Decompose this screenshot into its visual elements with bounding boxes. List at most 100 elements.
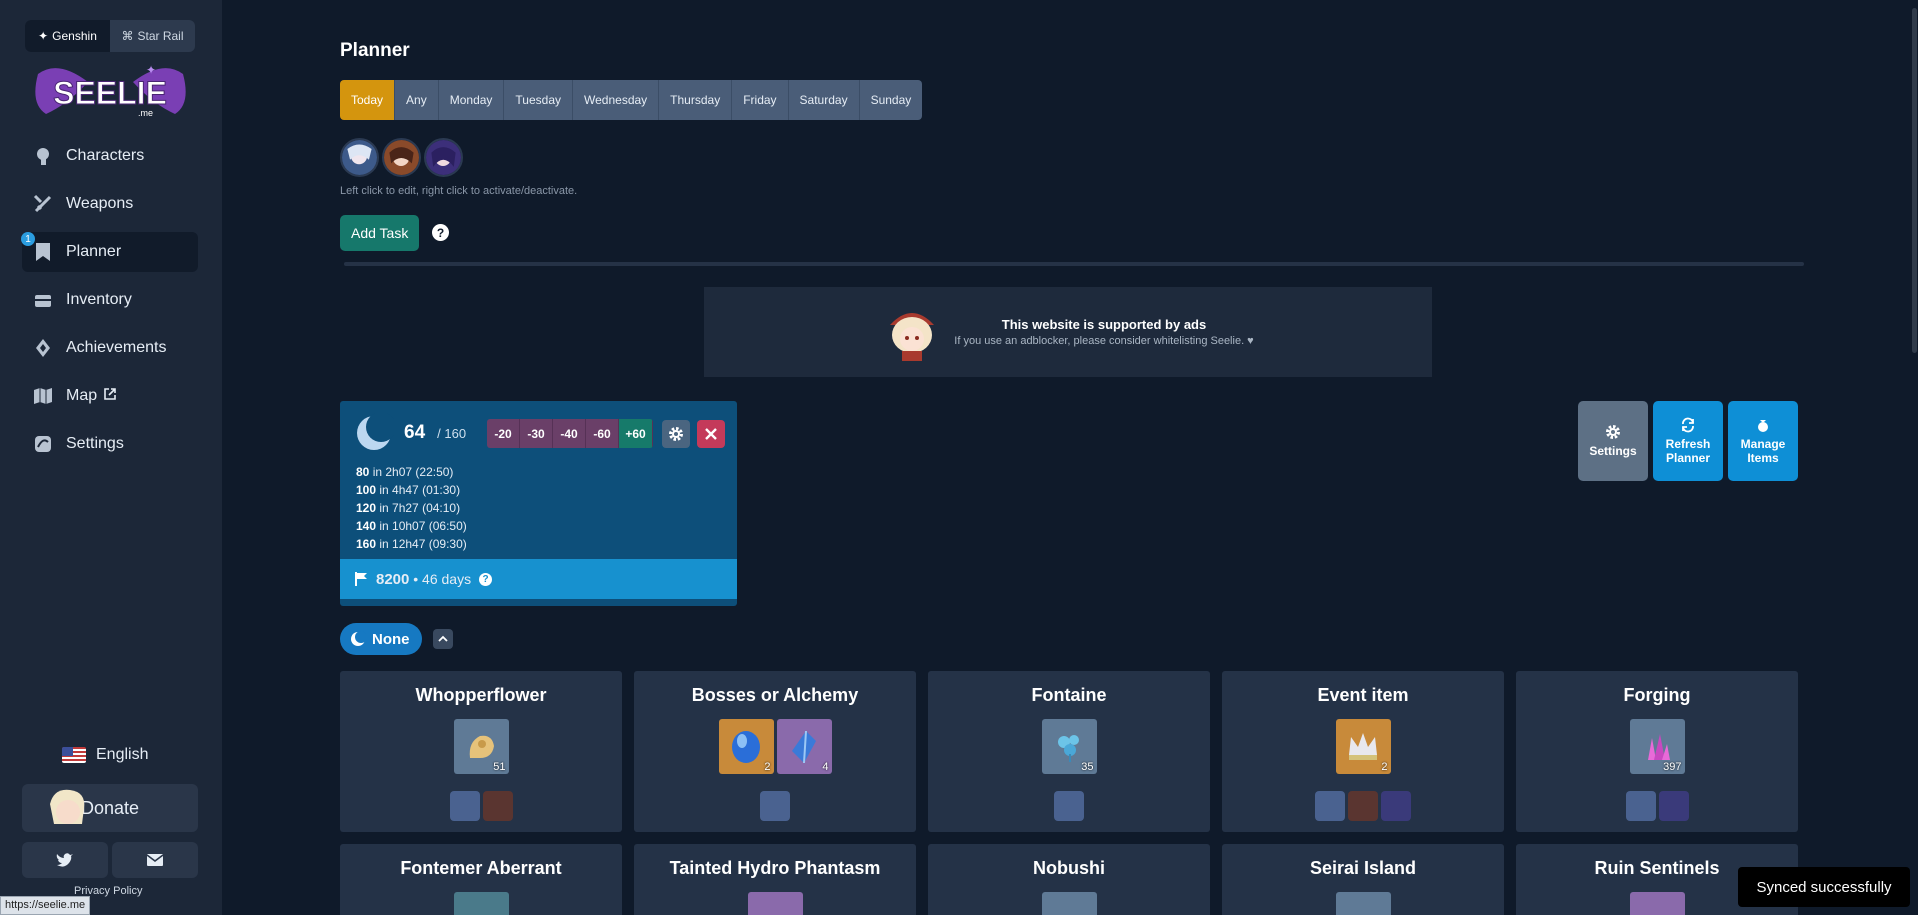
tab-tuesday[interactable]: Tuesday <box>504 80 574 120</box>
character-thumb <box>1381 791 1411 821</box>
sidebar: ✦ Genshin ⌘ Star Rail SEELIE .me ✦ Charact… <box>0 0 222 915</box>
resin-close-button[interactable] <box>697 420 725 448</box>
map-icon <box>32 385 54 407</box>
material-item[interactable] <box>747 892 803 915</box>
settings-button[interactable]: Settings <box>1578 401 1648 481</box>
sync-toast: Synced successfully <box>1738 867 1910 907</box>
tab-friday[interactable]: Friday <box>732 80 789 120</box>
sidebar-item-weapons[interactable]: Weapons <box>22 184 198 224</box>
task-card[interactable]: Fontaine 35 <box>928 671 1210 832</box>
character-avatars <box>340 138 463 177</box>
tab-saturday[interactable]: Saturday <box>788 80 860 120</box>
game-star-rail-button[interactable]: ⌘ Star Rail <box>110 20 195 52</box>
character-thumb <box>1348 791 1378 821</box>
refresh-planner-button[interactable]: Refresh Planner <box>1653 401 1723 481</box>
material-item[interactable]: 51 <box>453 719 509 774</box>
resin-goal: 8200 • 46 days ? <box>340 559 737 599</box>
gear-icon <box>669 427 683 441</box>
star-rail-icon: ⌘ <box>121 29 134 43</box>
resin-settings-button[interactable] <box>662 420 690 448</box>
svg-text:SEELIE: SEELIE <box>53 75 167 111</box>
donate-button[interactable]: Donate <box>22 784 198 832</box>
resin-minus-40-button[interactable]: -40 <box>553 419 586 448</box>
avatar-hint: Left click to edit, right click to activ… <box>340 185 578 197</box>
resin-tracker: 64 / 160 -20 -30 -40 -60 +60 80 in 2h07 … <box>340 401 737 606</box>
moon-icon <box>351 631 366 646</box>
resin-minus-60-button[interactable]: -60 <box>586 419 619 448</box>
resin-adjust-buttons: -20 -30 -40 -60 +60 <box>487 419 653 448</box>
page-scrollbar[interactable] <box>1910 0 1918 915</box>
character-thumb <box>449 791 480 821</box>
sidebar-item-map[interactable]: Map <box>22 376 198 416</box>
sidebar-item-settings[interactable]: Settings <box>22 424 198 464</box>
character-thumb <box>760 791 790 821</box>
notification-badge: 1 <box>21 232 35 246</box>
task-card[interactable]: Bosses or Alchemy 2 4 <box>634 671 916 832</box>
twitter-icon <box>56 853 73 867</box>
manage-items-button[interactable]: Manage Items <box>1728 401 1798 481</box>
material-item[interactable]: 397 <box>1629 719 1685 774</box>
material-item[interactable]: 2 <box>718 719 774 774</box>
task-card[interactable]: Whopperflower 51 <box>340 671 622 832</box>
character-avatar[interactable] <box>382 138 421 177</box>
sidebar-item-characters[interactable]: Characters <box>22 136 198 176</box>
twitter-button[interactable] <box>22 842 108 878</box>
task-card[interactable]: Forging 397 <box>1516 671 1798 832</box>
resin-minus-20-button[interactable]: -20 <box>487 419 520 448</box>
moon-icon <box>357 413 394 450</box>
tab-any[interactable]: Any <box>395 80 439 120</box>
add-task-button[interactable]: Add Task <box>340 215 420 251</box>
character-thumb <box>1658 791 1689 821</box>
seelie-logo[interactable]: SEELIE .me ✦ <box>28 64 193 124</box>
help-icon[interactable]: ? <box>479 572 493 586</box>
resin-schedule-row: 140 in 10h07 (06:50) <box>356 519 467 533</box>
resin-max: / 160 <box>437 425 467 441</box>
resin-filter-pill[interactable]: None <box>340 623 422 655</box>
material-item[interactable]: 2 <box>1335 719 1391 774</box>
tab-wednesday[interactable]: Wednesday <box>573 80 660 120</box>
resin-minus-30-button[interactable]: -30 <box>520 419 553 448</box>
task-card[interactable]: Event item 2 <box>1222 671 1504 832</box>
resin-goal-days: • 46 days <box>409 570 472 587</box>
game-genshin-button[interactable]: ✦ Genshin <box>25 20 110 52</box>
character-icon <box>32 145 54 167</box>
sidebar-item-planner[interactable]: 1 Planner <box>21 232 198 272</box>
social-links <box>22 842 198 878</box>
divider <box>344 262 1804 266</box>
resin-plus-60-button[interactable]: +60 <box>619 419 653 448</box>
language-selector[interactable]: English <box>62 746 148 764</box>
close-icon <box>705 428 717 440</box>
material-item[interactable] <box>1629 892 1685 915</box>
collapse-button[interactable] <box>433 629 453 649</box>
ad-banner: This website is supported by ads If you … <box>704 287 1432 377</box>
ad-subtitle: If you use an adblocker, please consider… <box>954 335 1254 347</box>
resin-schedule: 80 in 2h07 (22:50) 100 in 4h47 (01:30) 1… <box>356 463 467 553</box>
day-tabs: Today Any Monday Tuesday Wednesday Thurs… <box>340 80 923 120</box>
email-button[interactable] <box>112 842 198 878</box>
whopperflower-nectar-icon <box>469 735 494 758</box>
tab-today[interactable]: Today <box>340 80 396 120</box>
sidebar-item-achievements[interactable]: Achievements <box>22 328 198 368</box>
material-item[interactable]: 35 <box>1041 719 1097 774</box>
settings-icon <box>32 433 54 455</box>
character-thumb <box>482 791 513 821</box>
resin-current: 64 <box>404 422 426 443</box>
task-card[interactable]: Seirai Island <box>1222 844 1504 915</box>
refresh-icon <box>1682 417 1694 433</box>
character-avatar[interactable] <box>424 138 463 177</box>
tab-monday[interactable]: Monday <box>438 80 505 120</box>
task-card[interactable]: Nobushi <box>928 844 1210 915</box>
task-card[interactable]: Tainted Hydro Phantasm <box>634 844 916 915</box>
sidebar-item-inventory[interactable]: Inventory <box>22 280 198 320</box>
tab-sunday[interactable]: Sunday <box>859 80 923 120</box>
material-item[interactable] <box>1335 892 1391 915</box>
scroll-thumb[interactable] <box>1912 8 1917 353</box>
material-item[interactable]: 4 <box>776 719 832 774</box>
material-item[interactable] <box>453 892 509 915</box>
us-flag-icon <box>62 747 86 763</box>
help-icon[interactable]: ? <box>432 224 449 241</box>
tab-thursday[interactable]: Thursday <box>659 80 733 120</box>
task-card[interactable]: Fontemer Aberrant <box>340 844 622 915</box>
character-avatar[interactable] <box>340 138 379 177</box>
material-item[interactable] <box>1041 892 1097 915</box>
